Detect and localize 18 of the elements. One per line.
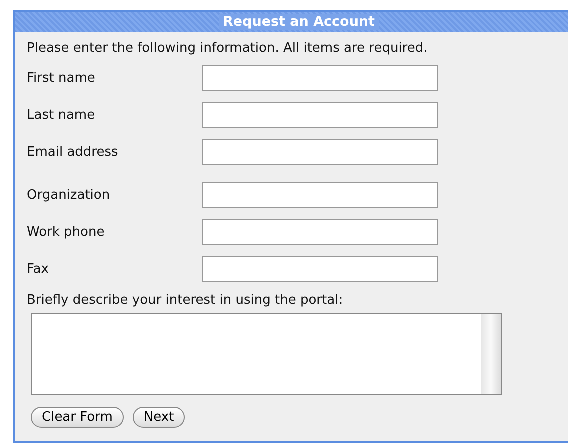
form-button[interactable]: Clear Form [31, 407, 124, 428]
input-field[interactable] [202, 182, 438, 208]
form-button[interactable]: Next [132, 407, 186, 428]
panel-title: Request an Account [219, 14, 379, 30]
field-label: Fax [27, 262, 50, 276]
field-label: First name [27, 70, 96, 86]
input-field[interactable] [202, 102, 438, 128]
field-label: Work phone [27, 224, 106, 240]
field-label: Organization [27, 188, 112, 202]
interest-textarea[interactable] [31, 313, 502, 395]
input-field[interactable] [202, 139, 438, 165]
input-field[interactable] [202, 256, 438, 282]
input-field[interactable] [202, 219, 438, 245]
input-field[interactable] [202, 65, 438, 91]
field-label: Last name [27, 108, 96, 122]
field-label: Email address [27, 144, 120, 160]
instructions: Please enter the following information. All items are required. [27, 41, 429, 56]
field-label: Briefly describe your interest in using the portal: [27, 293, 344, 308]
